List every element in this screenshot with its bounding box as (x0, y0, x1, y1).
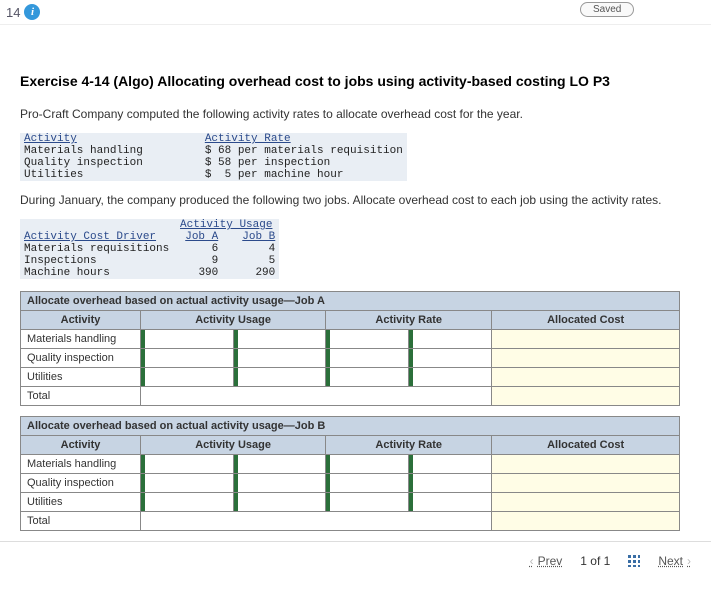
usage-unit-input[interactable] (233, 455, 326, 474)
rate-row-rate: $ 68 per materials requisition (201, 145, 407, 157)
rate-unit-input[interactable] (409, 493, 492, 512)
usage-header-driver: Activity Cost Driver (20, 231, 173, 243)
usage-qty-input[interactable] (141, 493, 234, 512)
sheet-row-activity: Utilities (21, 368, 141, 387)
allocated-cost-cell (492, 474, 680, 493)
sheet-section-title: Allocate overhead based on actual activi… (21, 292, 680, 311)
allocated-cost-total (492, 387, 680, 406)
rate-row-activity: Quality inspection (20, 157, 201, 169)
usage-row-driver: Inspections (20, 255, 173, 267)
chevron-left-icon: ‹ (530, 554, 534, 568)
rate-row-activity: Utilities (20, 169, 201, 181)
rate-header-rate: Activity Rate (201, 133, 407, 145)
rate-unit-input[interactable] (409, 455, 492, 474)
sheet-row-activity: Quality inspection (21, 349, 141, 368)
prev-label: Prev (538, 554, 563, 568)
usage-super-header: Activity Usage (173, 219, 279, 231)
question-number: 14 (6, 5, 20, 20)
next-label: Next (658, 554, 683, 568)
rate-row-activity: Materials handling (20, 145, 201, 157)
rate-amount-input[interactable] (326, 368, 409, 387)
usage-qty-input[interactable] (141, 474, 234, 493)
rate-header-activity: Activity (20, 133, 81, 145)
intro-text: Pro-Craft Company computed the following… (20, 107, 691, 121)
usage-row-jobB: 4 (222, 243, 279, 255)
rate-amount-input[interactable] (326, 455, 409, 474)
saved-badge: Saved (580, 2, 634, 17)
allocated-cost-cell (492, 349, 680, 368)
sheet-row-activity: Utilities (21, 493, 141, 512)
usage-qty-input[interactable] (141, 368, 234, 387)
allocated-cost-cell (492, 330, 680, 349)
exercise-title: Exercise 4-14 (Algo) Allocating overhead… (20, 73, 691, 89)
usage-qty-input[interactable] (141, 455, 234, 474)
top-bar: 14 i Saved (0, 0, 711, 25)
sheet-row-activity: Materials handling (21, 330, 141, 349)
sheet-col-activity: Activity (21, 436, 141, 455)
sheet-col-usage: Activity Usage (141, 436, 326, 455)
usage-row-jobA: 9 (173, 255, 222, 267)
rate-row-rate: $ 5 per machine hour (201, 169, 407, 181)
rate-unit-input[interactable] (409, 349, 492, 368)
allocated-cost-cell (492, 455, 680, 474)
usage-row-driver: Materials requisitions (20, 243, 173, 255)
usage-unit-input[interactable] (233, 349, 326, 368)
rate-amount-input[interactable] (326, 330, 409, 349)
usage-row-jobB: 5 (222, 255, 279, 267)
usage-intro: During January, the company produced the… (20, 193, 691, 207)
usage-unit-input[interactable] (233, 368, 326, 387)
sheet-col-rate: Activity Rate (326, 436, 492, 455)
sheet-col-cost: Allocated Cost (492, 436, 680, 455)
usage-header-jobA: Job A (173, 231, 222, 243)
usage-row-jobA: 390 (173, 267, 222, 279)
answer-sheet-job-b: Allocate overhead based on actual activi… (20, 416, 680, 531)
rate-amount-input[interactable] (326, 493, 409, 512)
sheet-col-activity: Activity (21, 311, 141, 330)
usage-row-driver: Machine hours (20, 267, 173, 279)
allocated-cost-cell (492, 368, 680, 387)
sheet-col-usage: Activity Usage (141, 311, 326, 330)
page-position: 1 of 1 (580, 554, 610, 568)
chevron-right-icon: › (687, 554, 691, 568)
next-button[interactable]: Next › (658, 554, 691, 568)
activity-rate-table: Activity Activity Rate Materials handlin… (20, 133, 407, 181)
activity-usage-table: Activity Usage Activity Cost Driver Job … (20, 219, 279, 279)
allocated-cost-cell (492, 493, 680, 512)
usage-qty-input[interactable] (141, 349, 234, 368)
sheet-col-cost: Allocated Cost (492, 311, 680, 330)
rate-row-rate: $ 58 per inspection (201, 157, 407, 169)
sheet-row-activity: Materials handling (21, 455, 141, 474)
rate-amount-input[interactable] (326, 474, 409, 493)
grid-icon[interactable] (628, 555, 640, 567)
usage-unit-input[interactable] (233, 330, 326, 349)
usage-header-jobB: Job B (222, 231, 279, 243)
exercise-content: Exercise 4-14 (Algo) Allocating overhead… (0, 25, 711, 541)
sheet-row-activity: Quality inspection (21, 474, 141, 493)
rate-unit-input[interactable] (409, 330, 492, 349)
info-icon[interactable]: i (24, 4, 40, 20)
sheet-total-label: Total (21, 512, 141, 531)
sheet-col-rate: Activity Rate (326, 311, 492, 330)
sheet-total-label: Total (21, 387, 141, 406)
answer-sheet-job-a: Allocate overhead based on actual activi… (20, 291, 680, 406)
usage-row-jobB: 290 (222, 267, 279, 279)
allocated-cost-total (492, 512, 680, 531)
usage-unit-input[interactable] (233, 474, 326, 493)
rate-unit-input[interactable] (409, 368, 492, 387)
rate-amount-input[interactable] (326, 349, 409, 368)
footer-nav: ‹ Prev 1 of 1 Next › (0, 541, 711, 580)
sheet-section-title: Allocate overhead based on actual activi… (21, 417, 680, 436)
usage-unit-input[interactable] (233, 493, 326, 512)
rate-unit-input[interactable] (409, 474, 492, 493)
prev-button[interactable]: ‹ Prev (530, 554, 563, 568)
usage-row-jobA: 6 (173, 243, 222, 255)
usage-qty-input[interactable] (141, 330, 234, 349)
